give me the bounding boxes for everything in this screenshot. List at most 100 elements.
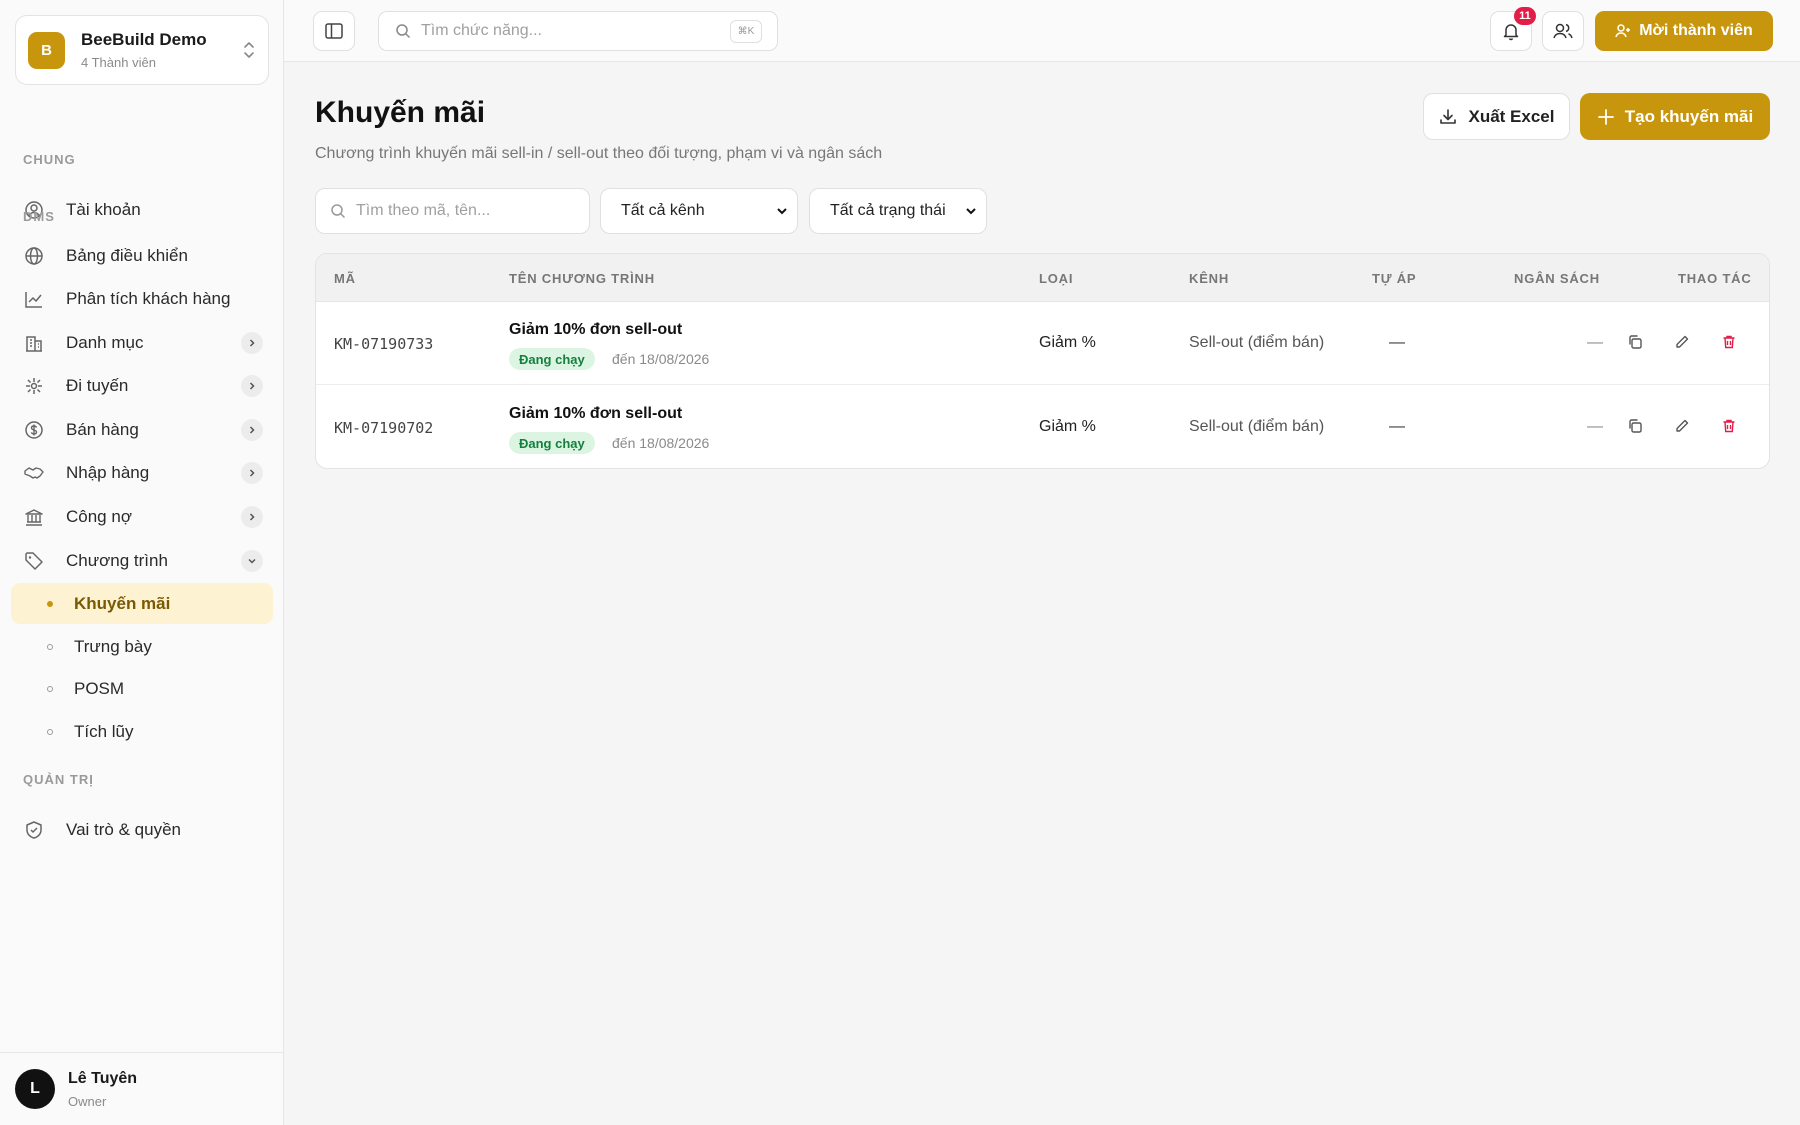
sidebar-subitem-posm[interactable]: POSM [11, 668, 273, 709]
sidebar-item-dashboard[interactable]: Bảng điều khiển [12, 236, 274, 276]
search-icon [396, 24, 411, 39]
invite-member-label: Mời thành viên [1639, 22, 1753, 39]
avatar: L [15, 1069, 55, 1109]
promotion-code: KM-07190702 [334, 419, 434, 437]
command-search-input[interactable]: Tìm chức năng... ⌘K [378, 11, 778, 51]
sidebar-item-roles[interactable]: Vai trò & quyền [12, 810, 274, 850]
sidebar: B BeeBuild Demo 4 Thành viên CHUNG Tài k… [0, 0, 284, 1125]
copy-icon[interactable] [1625, 416, 1645, 436]
chevron-right-icon[interactable] [241, 506, 263, 528]
sidebar-item-routes[interactable]: Đi tuyến [12, 366, 274, 406]
page-title: Khuyến mãi [315, 96, 486, 129]
channel-select[interactable]: Tất cả kênh [600, 188, 798, 234]
export-excel-button[interactable]: Xuất Excel [1423, 93, 1570, 140]
workspace-switcher[interactable]: B BeeBuild Demo 4 Thành viên [15, 15, 269, 85]
route-icon [24, 376, 44, 396]
auto-apply-value: — [1389, 334, 1405, 351]
sidebar-item-label: Danh mục [66, 333, 144, 352]
sidebar-item-debts[interactable]: Công nợ [12, 497, 274, 537]
bullet-icon [47, 685, 53, 692]
download-icon [1439, 108, 1456, 124]
notifications-button[interactable]: 11 [1490, 7, 1536, 51]
panel-left-icon [325, 23, 343, 39]
edit-icon[interactable] [1672, 416, 1692, 436]
column-header-code: MÃ [334, 271, 356, 286]
status-select-value: Tất cả trạng thái [830, 202, 946, 219]
chevron-right-icon[interactable] [241, 375, 263, 397]
page-subtitle: Chương trình khuyến mãi sell-in / sell-o… [315, 145, 883, 162]
dollar-icon [24, 420, 44, 440]
section-label-general: CHUNG [23, 152, 76, 167]
sidebar-item-label: Nhập hàng [66, 463, 150, 482]
copy-icon[interactable] [1625, 332, 1645, 352]
promotions-table: MÃ TÊN CHƯƠNG TRÌNH LOẠI KÊNH TỰ ÁP NGÂN… [315, 253, 1770, 469]
user-plus-icon [1615, 24, 1631, 38]
sidebar-toggle-button[interactable] [313, 11, 355, 51]
edit-icon[interactable] [1672, 332, 1692, 352]
chart-line-icon [24, 289, 44, 309]
promotion-type: Giảm % [1039, 418, 1096, 435]
sidebar-subitem-promotions[interactable]: Khuyến mãi [11, 583, 273, 624]
sidebar-item-purchasing[interactable]: Nhập hàng [12, 453, 274, 493]
sidebar-subitem-label: POSM [74, 678, 125, 698]
chevron-down-icon[interactable] [241, 550, 263, 572]
export-excel-label: Xuất Excel [1468, 106, 1555, 126]
sidebar-item-programs[interactable]: Chương trình [12, 541, 274, 581]
sidebar-item-customer-analytics[interactable]: Phân tích khách hàng [12, 279, 274, 319]
promotion-name[interactable]: Giảm 10% đơn sell-out [509, 321, 682, 339]
sidebar-subitem-accumulation[interactable]: Tích lũy [11, 711, 273, 752]
promotion-code: KM-07190733 [334, 335, 434, 353]
trash-icon[interactable] [1719, 332, 1739, 352]
sidebar-item-sales[interactable]: Bán hàng [12, 410, 274, 450]
bullet-icon [47, 728, 53, 735]
column-header-channel: KÊNH [1189, 271, 1230, 286]
sidebar-item-catalog[interactable]: Danh mục [12, 323, 274, 363]
table-row[interactable]: KM-07190702 Giảm 10% đơn sell-out Đang c… [316, 386, 1769, 468]
section-label-admin: QUẢN TRỊ [23, 772, 94, 787]
auto-apply-value: — [1389, 418, 1405, 435]
chevron-right-icon[interactable] [241, 419, 263, 441]
globe-icon [24, 246, 44, 266]
chevron-down-icon [966, 208, 976, 215]
sidebar-subitem-display[interactable]: Trưng bày [11, 626, 273, 667]
bullet-icon [47, 643, 53, 650]
sidebar-item-label: Đi tuyến [66, 376, 129, 395]
column-header-budget: NGÂN SÁCH [1514, 271, 1600, 286]
promotion-channel: Sell-out (điểm bán) [1189, 334, 1325, 351]
workspace-name: BeeBuild Demo [81, 30, 207, 49]
plus-icon [1597, 108, 1614, 125]
sidebar-subitem-label: Trưng bày [74, 636, 152, 656]
sidebar-item-label: Công nợ [66, 507, 132, 526]
tag-icon [24, 551, 44, 571]
column-header-auto-apply: TỰ ÁP [1372, 271, 1417, 286]
users-icon [1553, 23, 1573, 39]
chevron-right-icon[interactable] [241, 332, 263, 354]
sidebar-item-label: Phân tích khách hàng [66, 289, 231, 308]
bullet-icon [47, 600, 53, 607]
create-promotion-button[interactable]: Tạo khuyến mãi [1580, 93, 1770, 140]
budget-value: — [1587, 418, 1603, 435]
sidebar-subitem-label: Tích lũy [74, 721, 134, 741]
search-placeholder: Tìm chức năng... [421, 22, 542, 39]
workspace-members: 4 Thành viên [81, 55, 156, 70]
members-button[interactable] [1542, 11, 1584, 51]
user-role: Owner [68, 1093, 107, 1109]
user-profile[interactable]: L Lê Tuyên Owner [0, 1052, 284, 1125]
search-icon [331, 204, 346, 219]
notification-count-badge: 11 [1514, 7, 1536, 25]
sidebar-item-label: Vai trò & quyền [66, 820, 181, 839]
promotion-name[interactable]: Giảm 10% đơn sell-out [509, 405, 682, 423]
budget-value: — [1587, 334, 1603, 351]
promotion-search-input[interactable]: Tìm theo mã, tên... [315, 188, 590, 234]
table-row[interactable]: KM-07190733 Giảm 10% đơn sell-out Đang c… [316, 302, 1769, 385]
column-header-name: TÊN CHƯƠNG TRÌNH [509, 271, 655, 286]
workspace-logo: B [28, 31, 65, 69]
shield-check-icon [24, 820, 44, 840]
status-badge: Đang chạy [509, 432, 595, 454]
invite-member-button[interactable]: Mời thành viên [1595, 11, 1773, 51]
status-badge: Đang chạy [509, 348, 595, 370]
sidebar-item-label: Chương trình [66, 551, 168, 570]
status-select[interactable]: Tất cả trạng thái [809, 188, 987, 234]
trash-icon[interactable] [1719, 416, 1739, 436]
chevron-right-icon[interactable] [241, 462, 263, 484]
